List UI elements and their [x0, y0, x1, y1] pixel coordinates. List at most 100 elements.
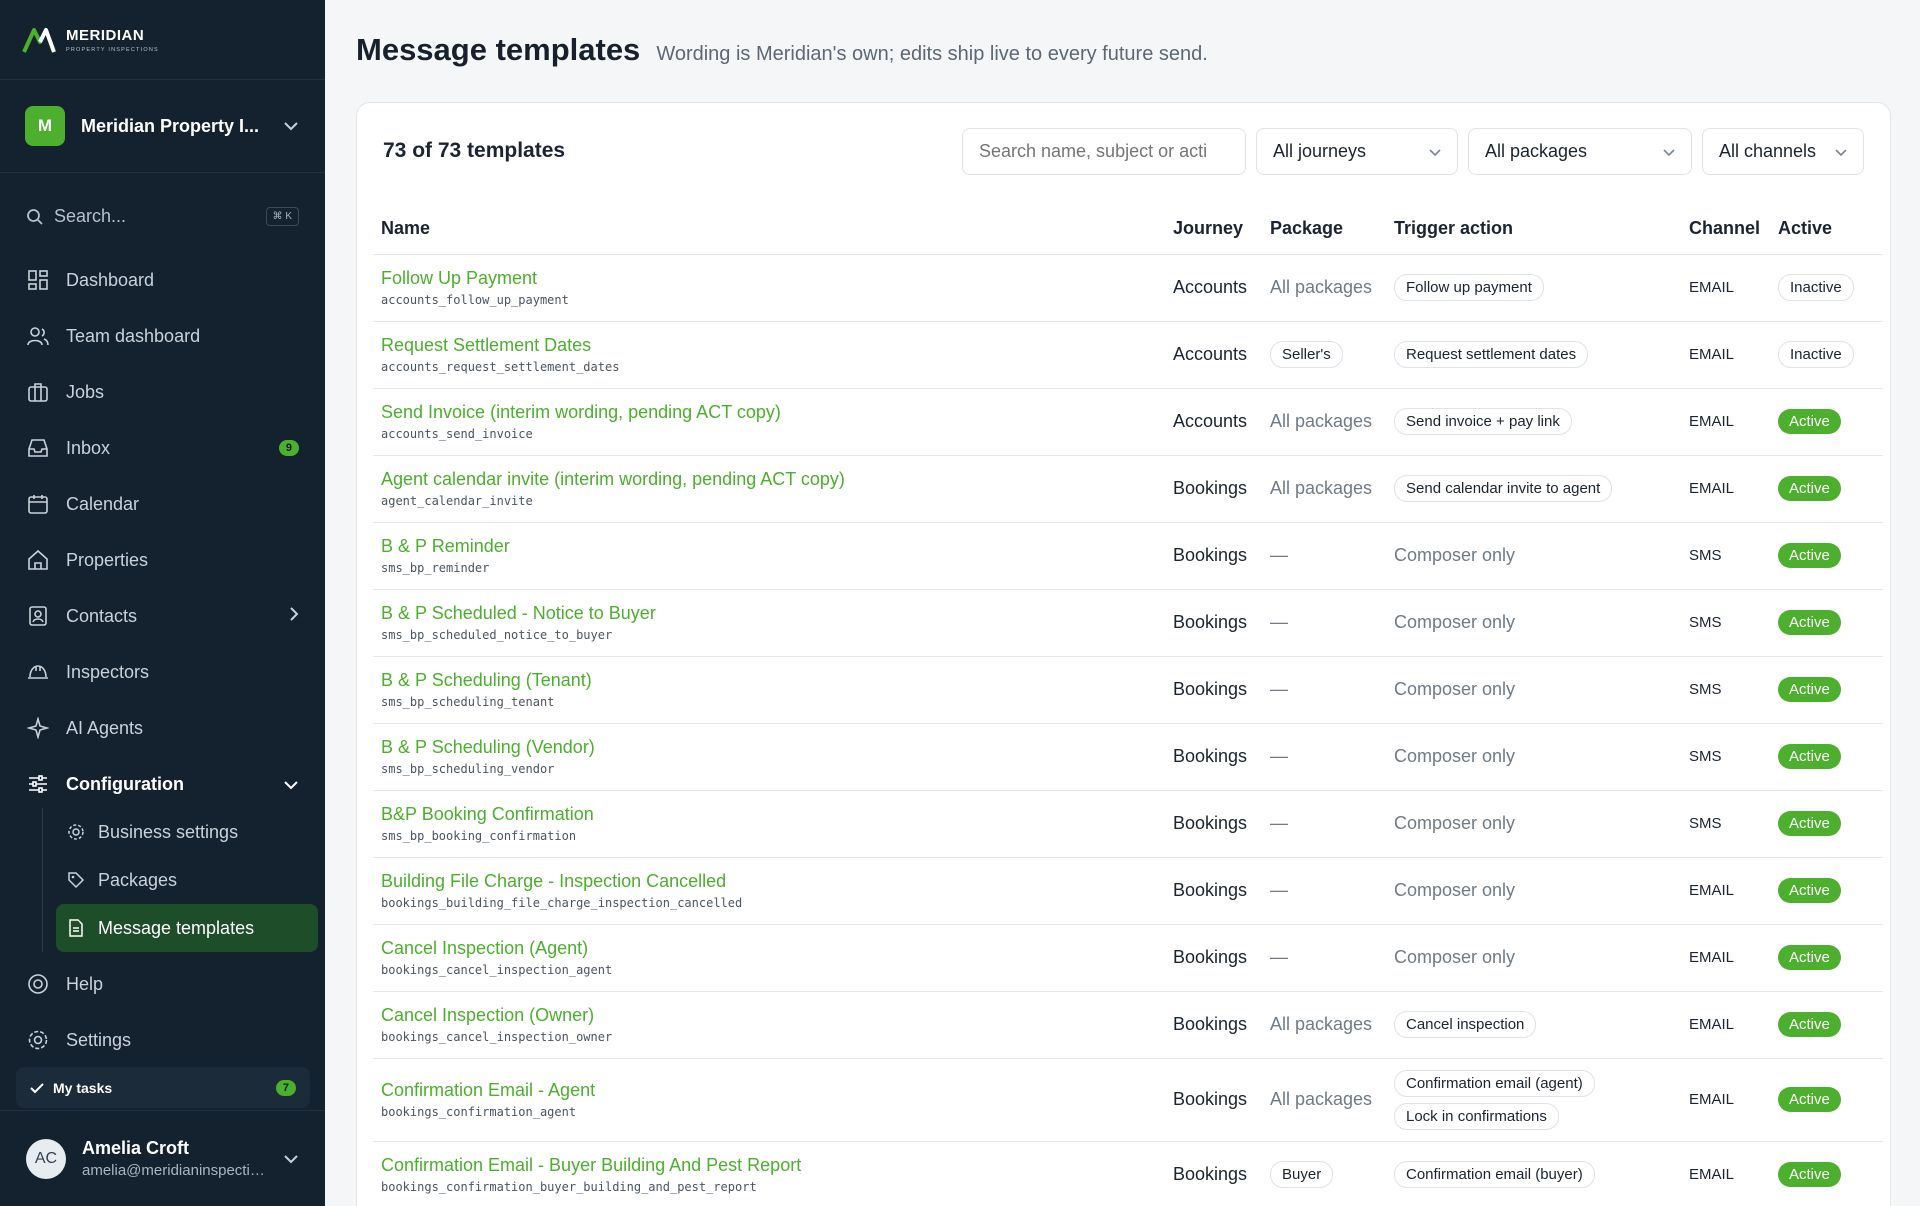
- nav-message-templates[interactable]: Message templates: [56, 904, 318, 952]
- nav-contacts[interactable]: Contacts: [0, 588, 325, 644]
- template-name-link[interactable]: Request Settlement Dates: [381, 335, 1157, 356]
- brand[interactable]: MERIDIAN PROPERTY INSPECTIONS: [0, 0, 325, 80]
- trigger-cell: Composer only: [1386, 723, 1681, 791]
- status-badge[interactable]: Active: [1778, 945, 1841, 970]
- package-filter-value: All packages: [1485, 140, 1588, 161]
- sliders-icon: [26, 772, 50, 796]
- nav-configuration[interactable]: Configuration: [0, 756, 325, 812]
- status-cell: Active: [1770, 589, 1883, 657]
- trigger-text: Composer only: [1394, 880, 1516, 900]
- package-text: —: [1270, 813, 1288, 833]
- col-active[interactable]: Active: [1770, 203, 1883, 255]
- template-name-link[interactable]: B & P Scheduling (Vendor): [381, 737, 1157, 758]
- table-row[interactable]: Send Invoice (interim wording, pending A…: [373, 388, 1883, 456]
- table-row[interactable]: B & P Reminder sms_bp_reminder Bookings …: [373, 522, 1883, 590]
- nav-business-settings[interactable]: Business settings: [56, 808, 318, 856]
- package-text: —: [1270, 947, 1288, 967]
- col-journey[interactable]: Journey: [1165, 203, 1262, 255]
- table-row[interactable]: Follow Up Payment accounts_follow_up_pay…: [373, 254, 1883, 322]
- nav-inbox-label: Inbox: [66, 437, 111, 458]
- my-tasks[interactable]: My tasks 7: [16, 1067, 310, 1108]
- status-badge[interactable]: Active: [1778, 610, 1841, 635]
- chevron-down-icon: [284, 122, 298, 131]
- search-input[interactable]: [962, 127, 1246, 175]
- table-row[interactable]: B & P Scheduling (Tenant) sms_bp_schedul…: [373, 656, 1883, 724]
- status-badge[interactable]: Active: [1778, 878, 1841, 903]
- nav-settings[interactable]: Settings: [0, 1012, 325, 1068]
- col-channel[interactable]: Channel: [1681, 203, 1770, 255]
- nav-jobs[interactable]: Jobs: [0, 364, 325, 420]
- table-row[interactable]: B & P Scheduling (Vendor) sms_bp_schedul…: [373, 723, 1883, 791]
- col-trigger[interactable]: Trigger action: [1386, 203, 1681, 255]
- template-name-link[interactable]: B & P Scheduled - Notice to Buyer: [381, 603, 1157, 624]
- nav-properties[interactable]: Properties: [0, 532, 325, 588]
- nav-packages[interactable]: Packages: [56, 856, 318, 904]
- template-name-link[interactable]: Confirmation Email - Agent: [381, 1080, 1157, 1101]
- col-name[interactable]: Name: [373, 203, 1165, 255]
- journey-cell: Bookings: [1165, 455, 1262, 523]
- channel-cell: SMS: [1681, 522, 1770, 590]
- status-badge[interactable]: Active: [1778, 1162, 1841, 1187]
- table-row[interactable]: B&P Booking Confirmation sms_bp_booking_…: [373, 790, 1883, 858]
- table-row[interactable]: Request Settlement Dates accounts_reques…: [373, 321, 1883, 389]
- brand-name: MERIDIAN: [66, 26, 145, 44]
- template-name-link[interactable]: Confirmation Email - Buyer Building And …: [381, 1155, 1157, 1176]
- template-count: 73 of 73 templates: [383, 139, 566, 162]
- table-row[interactable]: Agent calendar invite (interim wording, …: [373, 455, 1883, 523]
- status-badge[interactable]: Inactive: [1778, 341, 1854, 368]
- template-name-link[interactable]: Cancel Inspection (Owner): [381, 1005, 1157, 1026]
- templates-table: Name Journey Package Trigger action Chan…: [373, 203, 1883, 1206]
- status-badge[interactable]: Inactive: [1778, 274, 1854, 301]
- trigger-pill: Send invoice + pay link: [1394, 408, 1572, 435]
- status-cell: Active: [1770, 723, 1883, 791]
- template-name-link[interactable]: Building File Charge - Inspection Cancel…: [381, 871, 1157, 892]
- template-name-link[interactable]: B & P Scheduling (Tenant): [381, 670, 1157, 691]
- table-row[interactable]: Confirmation Email - Buyer Building And …: [373, 1141, 1883, 1206]
- status-badge[interactable]: Active: [1778, 811, 1841, 836]
- avatar: AC: [26, 1138, 66, 1179]
- template-name-link[interactable]: B & P Reminder: [381, 536, 1157, 557]
- org-switcher[interactable]: M Meridian Property I...: [0, 80, 325, 173]
- trigger-text: Composer only: [1394, 679, 1516, 699]
- table-row[interactable]: B & P Scheduled - Notice to Buyer sms_bp…: [373, 589, 1883, 657]
- package-cell: Seller's: [1262, 321, 1386, 389]
- status-badge[interactable]: Active: [1778, 409, 1841, 434]
- nav-calendar[interactable]: Calendar: [0, 476, 325, 532]
- user-menu[interactable]: AC Amelia Croft amelia@meridianinspectio…: [0, 1110, 325, 1206]
- status-badge[interactable]: Active: [1778, 744, 1841, 769]
- nav-inbox[interactable]: Inbox 9: [0, 420, 325, 476]
- col-package[interactable]: Package: [1262, 203, 1386, 255]
- package-filter[interactable]: All packages: [1468, 127, 1692, 175]
- template-name-link[interactable]: Agent calendar invite (interim wording, …: [381, 469, 1157, 490]
- package-text: All packages: [1270, 277, 1373, 297]
- template-slug: bookings_confirmation_agent: [381, 1105, 577, 1119]
- table-row[interactable]: Confirmation Email - Agent bookings_conf…: [373, 1058, 1883, 1142]
- template-name-link[interactable]: B&P Booking Confirmation: [381, 804, 1157, 825]
- status-badge[interactable]: Active: [1778, 1087, 1841, 1112]
- channel-cell: SMS: [1681, 723, 1770, 791]
- journey-filter[interactable]: All journeys: [1256, 127, 1458, 175]
- journey-filter-value: All journeys: [1273, 140, 1367, 161]
- org-name: Meridian Property I...: [81, 115, 260, 136]
- template-name-link[interactable]: Send Invoice (interim wording, pending A…: [381, 402, 1157, 423]
- template-name-link[interactable]: Follow Up Payment: [381, 268, 1157, 289]
- table-row[interactable]: Cancel Inspection (Owner) bookings_cance…: [373, 991, 1883, 1059]
- status-badge[interactable]: Active: [1778, 677, 1841, 702]
- briefcase-icon: [26, 380, 50, 404]
- status-badge[interactable]: Active: [1778, 476, 1841, 501]
- search-label: Search...: [54, 206, 127, 226]
- table-row[interactable]: Building File Charge - Inspection Cancel…: [373, 857, 1883, 925]
- nav-team-dashboard[interactable]: Team dashboard: [0, 308, 325, 364]
- nav-dashboard[interactable]: Dashboard: [0, 252, 325, 308]
- channel-filter[interactable]: All channels: [1702, 127, 1864, 175]
- template-name-link[interactable]: Cancel Inspection (Agent): [381, 938, 1157, 959]
- nav-ai-agents[interactable]: AI Agents: [0, 700, 325, 756]
- status-badge[interactable]: Active: [1778, 1012, 1841, 1037]
- sidebar-search[interactable]: Search... ⌘ K: [26, 198, 299, 235]
- trigger-text: Composer only: [1394, 612, 1516, 632]
- status-badge[interactable]: Active: [1778, 543, 1841, 568]
- table-row[interactable]: Cancel Inspection (Agent) bookings_cance…: [373, 924, 1883, 992]
- nav-inspectors[interactable]: Inspectors: [0, 644, 325, 700]
- trigger-cell: Confirmation email (buyer): [1386, 1141, 1681, 1206]
- nav-help[interactable]: Help: [0, 956, 325, 1012]
